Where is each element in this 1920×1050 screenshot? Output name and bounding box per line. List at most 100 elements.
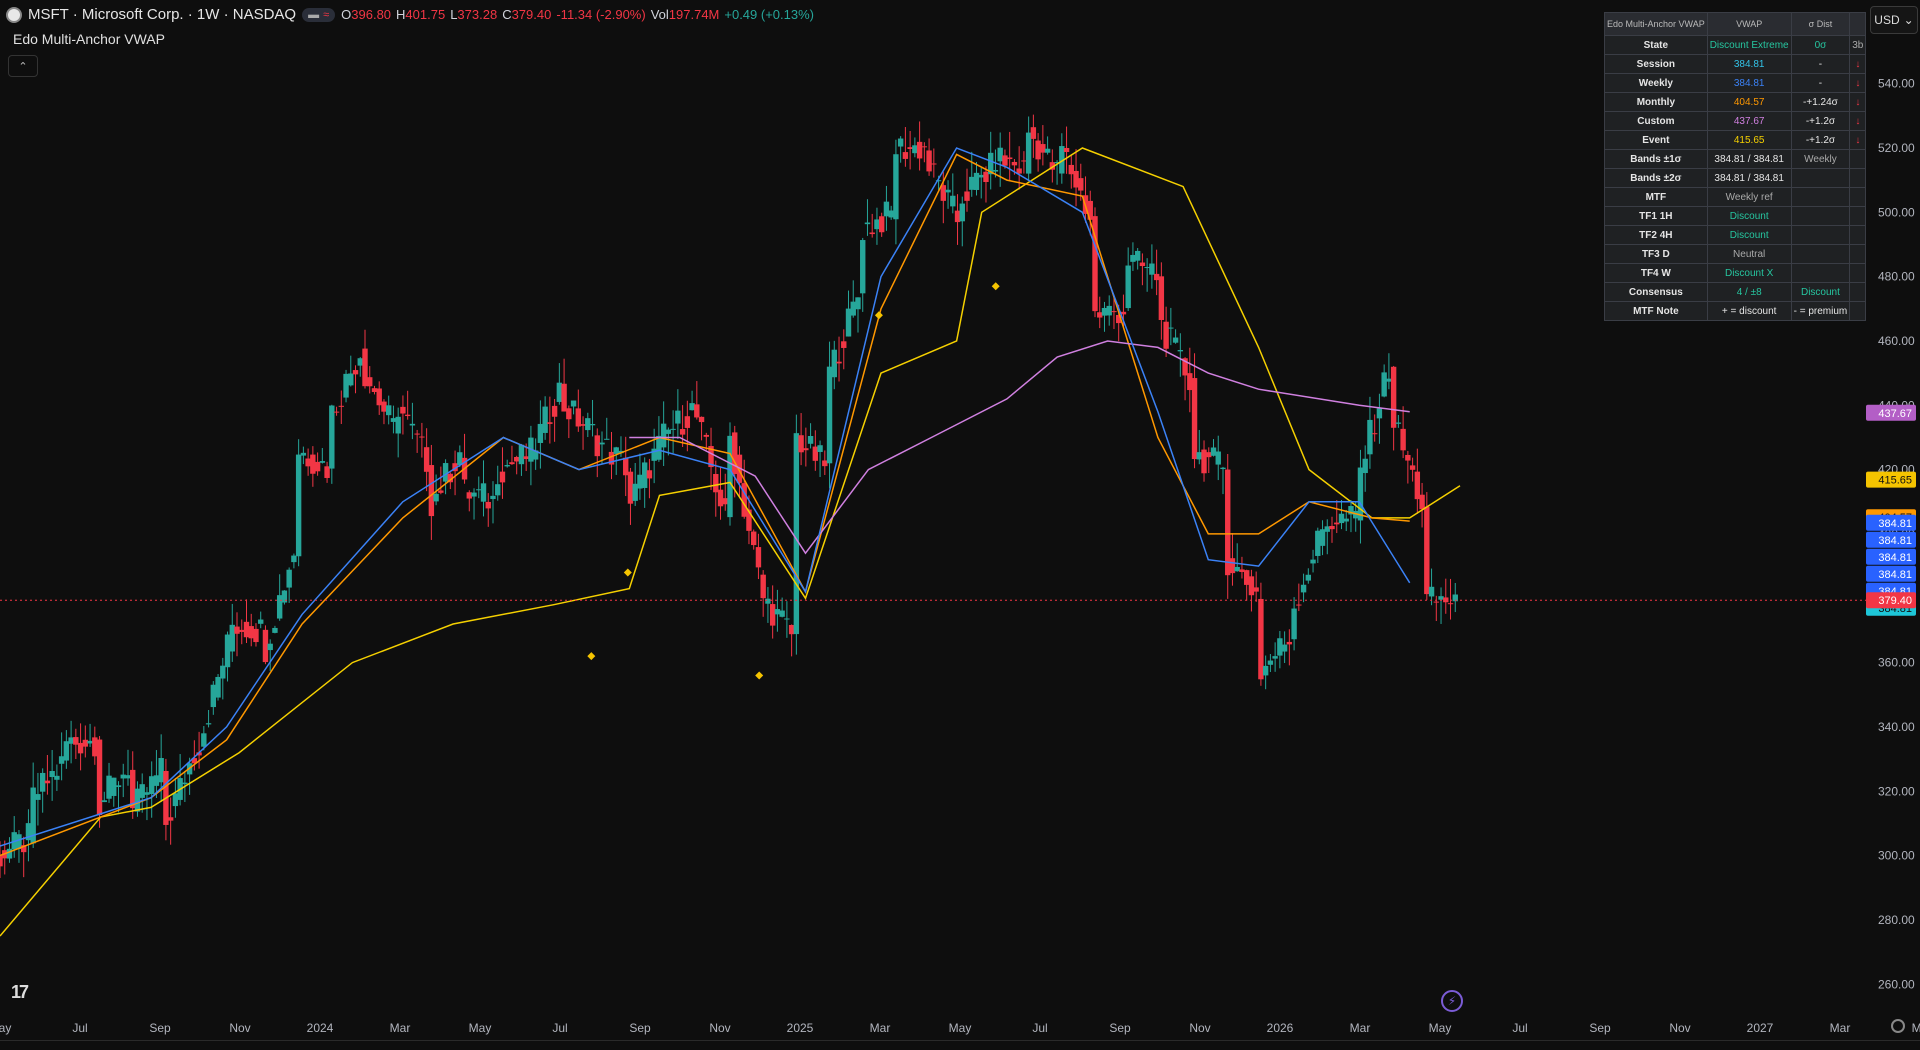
candle-body — [324, 466, 330, 478]
candle-body — [641, 462, 648, 488]
candle-body — [604, 438, 610, 440]
chart-legend: MSFT · Microsoft Corp. · 1W · NASDAQ ▬ ≈ … — [6, 6, 814, 23]
table-cell-k: MTF Note — [1604, 301, 1708, 321]
candle-body — [883, 201, 890, 217]
table-cell-x — [1849, 301, 1867, 321]
candle-body — [675, 410, 681, 424]
candle-body — [788, 624, 795, 635]
candle-body — [727, 435, 733, 518]
table-cell-x: ↓ — [1849, 92, 1867, 112]
candle-body — [822, 460, 828, 467]
candle-body — [945, 189, 951, 193]
indicator-name[interactable]: Edo Multi-Anchor VWAP — [13, 31, 165, 47]
candle-body — [58, 756, 65, 764]
candle-body — [940, 185, 947, 201]
x-tick-label: May — [949, 1021, 972, 1035]
table-cell-s: -+1.2σ — [1790, 130, 1851, 150]
candle-body — [1300, 584, 1307, 593]
table-cell-k: Weekly — [1604, 73, 1708, 93]
candle-body — [646, 470, 653, 479]
candle-body — [319, 461, 326, 463]
x-tick-label: 2027 — [1747, 1021, 1774, 1035]
candle-body — [570, 400, 577, 407]
candle-body — [495, 484, 501, 496]
candle-body — [807, 436, 814, 444]
candle-body — [82, 739, 89, 747]
event-marker — [623, 568, 632, 577]
candle-body — [561, 383, 567, 412]
x-tick-label: 2025 — [787, 1021, 814, 1035]
symbol-title[interactable]: MSFT · Microsoft Corp. · 1W · NASDAQ — [28, 6, 296, 23]
replay-icon[interactable]: ⚡ — [1441, 990, 1463, 1012]
candle-body — [803, 448, 809, 451]
microsoft-logo-icon — [6, 6, 22, 23]
table-cell-v: 4 / ±8 — [1706, 282, 1792, 302]
candle-body — [845, 308, 852, 337]
candle-body — [134, 788, 141, 812]
candle-body — [878, 216, 885, 233]
candle-body — [1243, 570, 1250, 585]
price-label: 384.81 — [1878, 569, 1912, 581]
candle-body — [6, 848, 13, 859]
table-cell-v: 384.81 / 384.81 — [1706, 168, 1792, 188]
candle-body — [779, 610, 785, 617]
candle-body — [329, 405, 335, 469]
vwap-info-table: Edo Multi-Anchor VWAP VWAP σ Dist State Disc… — [1604, 12, 1867, 321]
y-tick-label: 260.00 — [1878, 977, 1915, 991]
candle-body — [44, 780, 51, 784]
candle-body — [1201, 449, 1207, 474]
settings-icon[interactable] — [1891, 1019, 1905, 1033]
candle-body — [973, 172, 980, 190]
candle-body — [897, 138, 904, 147]
candle-body — [1063, 148, 1070, 152]
table-row: Bands ±1σ 384.81 / 384.81 Weekly — [1604, 149, 1867, 169]
candle-body — [566, 408, 572, 420]
candle-body — [1011, 161, 1018, 166]
table-cell-v: 415.65 — [1706, 130, 1792, 150]
candle-body — [1134, 250, 1141, 261]
x-tick-label: Jul — [1032, 1021, 1047, 1035]
ohlc-item: H401.75 — [396, 7, 445, 22]
candle-body — [35, 794, 41, 800]
candle-body — [442, 463, 449, 482]
x-tick-label: May — [1429, 1021, 1452, 1035]
table-cell-k: Session — [1604, 54, 1708, 74]
candle-body — [1262, 665, 1269, 676]
candle-body — [1371, 433, 1378, 435]
ohlc-item: O396.80 — [341, 7, 391, 22]
table-row: State Discount Extreme 0σ 3b — [1604, 35, 1867, 55]
candle-body — [1234, 566, 1240, 572]
table-cell-x — [1849, 187, 1867, 207]
table-cell-x: 3b — [1849, 35, 1867, 55]
ohlc-value: 379.40 — [511, 7, 552, 22]
candle-body — [689, 403, 695, 411]
candle-body — [812, 446, 819, 461]
candle-body — [504, 465, 510, 467]
candle-body — [826, 366, 833, 464]
candle-body — [1395, 422, 1402, 424]
candle-body — [1386, 378, 1392, 382]
candle-body — [139, 784, 145, 798]
candle-body — [1367, 419, 1373, 455]
candle-body — [755, 547, 762, 568]
y-tick-label: 360.00 — [1878, 656, 1915, 670]
tradingview-logo-icon[interactable]: 17 — [11, 982, 29, 1003]
candle-body — [1376, 408, 1383, 419]
candle-body — [765, 598, 771, 604]
collapse-icon[interactable]: ⌃ — [8, 55, 38, 77]
ohlc-label: Vol — [650, 7, 669, 22]
market-status-chip[interactable]: ▬ ≈ — [302, 7, 336, 22]
event-marker — [874, 311, 883, 320]
candle-body — [1006, 157, 1013, 160]
price-label: 384.81 — [1878, 518, 1912, 530]
candle-body — [68, 737, 74, 744]
candle-body — [1229, 558, 1236, 574]
ohlc-values: O396.80 H401.75 L373.28 C379.40 -11.34 (-2.9… — [341, 7, 814, 22]
currency-button[interactable]: USD ⌄ — [1870, 6, 1918, 34]
x-tick-label: May — [0, 1021, 11, 1035]
x-tick-label: Jul — [72, 1021, 87, 1035]
candle-body — [210, 684, 217, 708]
candle-body — [348, 373, 354, 386]
ohlc-value: +0.49 (+0.13%) — [724, 7, 814, 22]
candle-body — [585, 418, 591, 431]
